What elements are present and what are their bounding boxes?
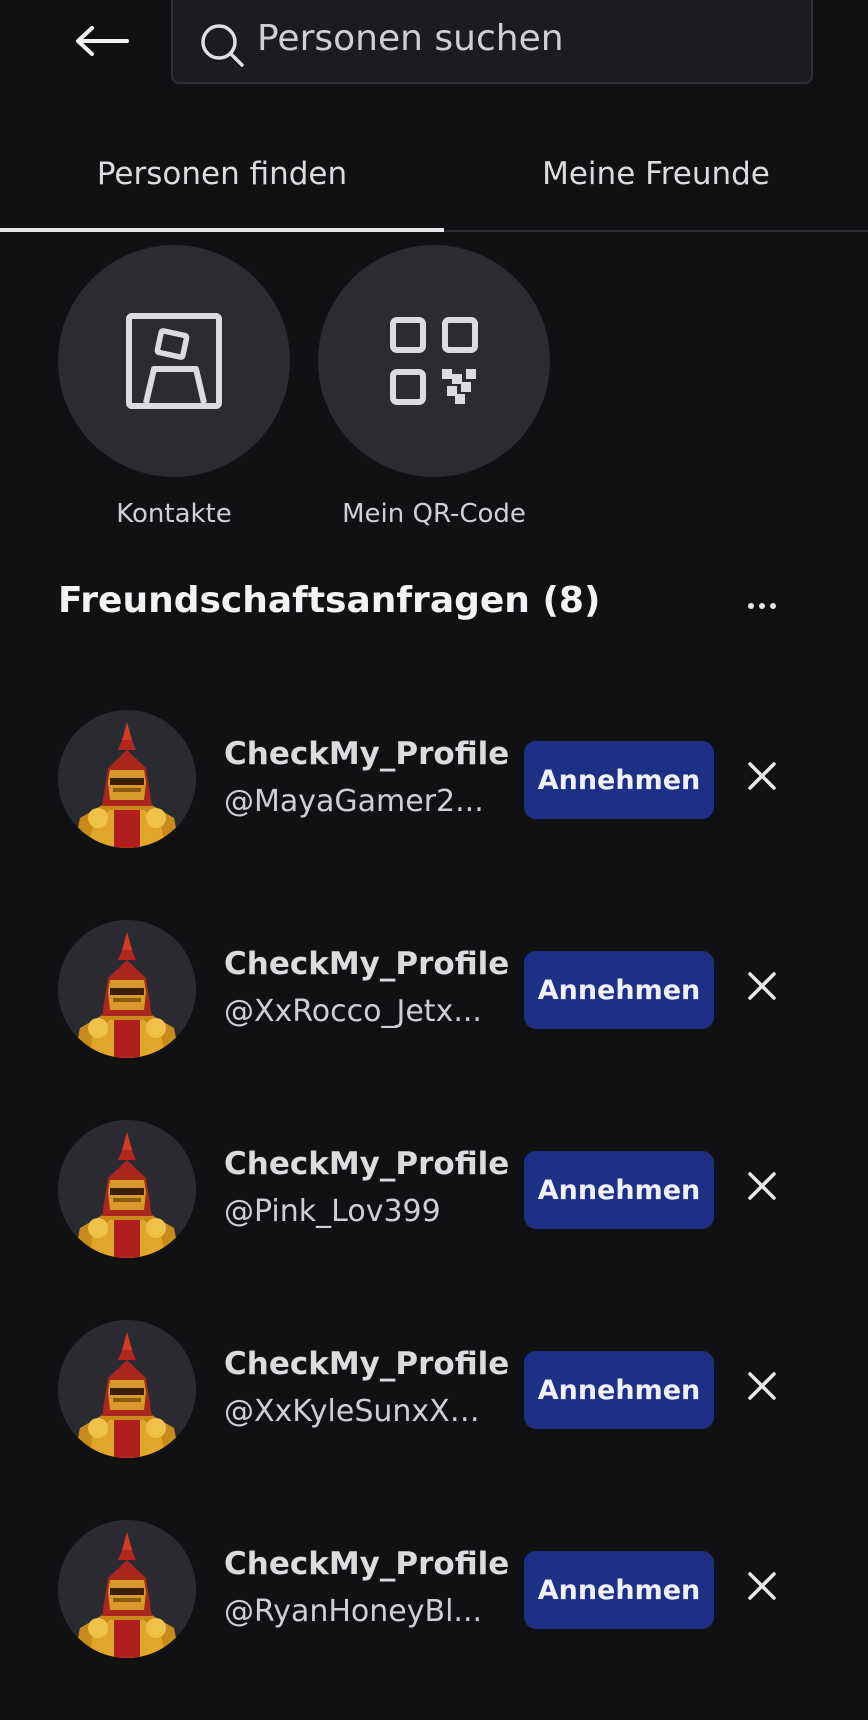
arrow-left-icon	[76, 26, 129, 56]
qr-code-button[interactable]: Mein QR-Code	[318, 245, 550, 529]
close-icon	[748, 1172, 776, 1200]
close-icon	[748, 1372, 776, 1400]
qr-code-circle	[318, 245, 550, 477]
display-name[interactable]: CheckMy_Profile	[224, 946, 509, 982]
decline-button[interactable]	[742, 1166, 782, 1206]
tab-label: Meine Freunde	[542, 156, 770, 192]
display-name[interactable]: CheckMy_Profile	[224, 1146, 509, 1182]
friend-request-row: CheckMy_Profile @Pink_Lov399 Annehmen	[0, 1120, 868, 1320]
decline-button[interactable]	[742, 1366, 782, 1406]
avatar[interactable]	[58, 1520, 196, 1658]
tab-active-indicator	[0, 228, 444, 232]
tab-label: Personen finden	[96, 156, 348, 192]
username: @XxRocco_Jetx...	[224, 994, 482, 1029]
friend-request-row: CheckMy_Profile @XxRocco_Jetx... Annehme…	[0, 920, 868, 1120]
avatar[interactable]	[58, 920, 196, 1058]
more-dots-icon	[759, 603, 765, 609]
username: @XxKyleSunxX90	[224, 1394, 486, 1429]
accept-button[interactable]: Annehmen	[524, 951, 714, 1029]
friend-request-row: CheckMy_Profile @MayaGamer2... Annehmen	[0, 710, 868, 920]
decline-button[interactable]	[742, 756, 782, 796]
avatar[interactable]	[58, 1320, 196, 1458]
more-dots-icon	[748, 603, 754, 609]
display-name[interactable]: CheckMy_Profile	[224, 736, 509, 772]
accept-button[interactable]: Annehmen	[524, 741, 714, 819]
tab-bar: Personen finden Meine Freunde	[0, 130, 868, 232]
accept-button[interactable]: Annehmen	[524, 1551, 714, 1629]
contacts-icon	[126, 313, 222, 409]
more-dots-icon	[770, 603, 776, 609]
display-name[interactable]: CheckMy_Profile	[224, 1346, 509, 1382]
search-input[interactable]	[257, 10, 797, 66]
contacts-label: Kontakte	[116, 499, 232, 529]
qr-code-icon	[390, 317, 478, 405]
username: @MayaGamer2...	[224, 784, 484, 819]
username: @Pink_Lov399	[224, 1194, 441, 1229]
avatar[interactable]	[58, 1120, 196, 1258]
username: @RyanHoneyBl...	[224, 1594, 483, 1629]
more-options-button[interactable]	[740, 586, 784, 626]
close-icon	[748, 1572, 776, 1600]
back-button[interactable]	[68, 18, 136, 64]
display-name[interactable]: CheckMy_Profile	[224, 1546, 509, 1582]
decline-button[interactable]	[742, 966, 782, 1006]
decline-button[interactable]	[742, 1566, 782, 1606]
contacts-circle	[58, 245, 290, 477]
close-icon	[748, 762, 776, 790]
accept-button[interactable]: Annehmen	[524, 1151, 714, 1229]
tab-find-people[interactable]: Personen finden	[0, 130, 444, 230]
top-bar	[0, 0, 868, 96]
contacts-button[interactable]: Kontakte	[58, 245, 290, 529]
friend-requests-title: Freundschaftsanfragen (8)	[58, 580, 601, 621]
close-icon	[748, 972, 776, 1000]
friend-request-row: CheckMy_Profile @XxKyleSunxX90 Annehmen	[0, 1320, 868, 1520]
friend-request-list: CheckMy_Profile @MayaGamer2... Annehmen …	[0, 710, 868, 1720]
search-icon	[201, 24, 244, 67]
accept-button[interactable]: Annehmen	[524, 1351, 714, 1429]
qr-code-label: Mein QR-Code	[342, 499, 526, 529]
avatar[interactable]	[58, 710, 196, 848]
tab-my-friends[interactable]: Meine Freunde	[444, 130, 868, 230]
friend-request-row: CheckMy_Profile @RyanHoneyBl... Annehmen	[0, 1520, 868, 1720]
search-box[interactable]	[171, 0, 813, 84]
